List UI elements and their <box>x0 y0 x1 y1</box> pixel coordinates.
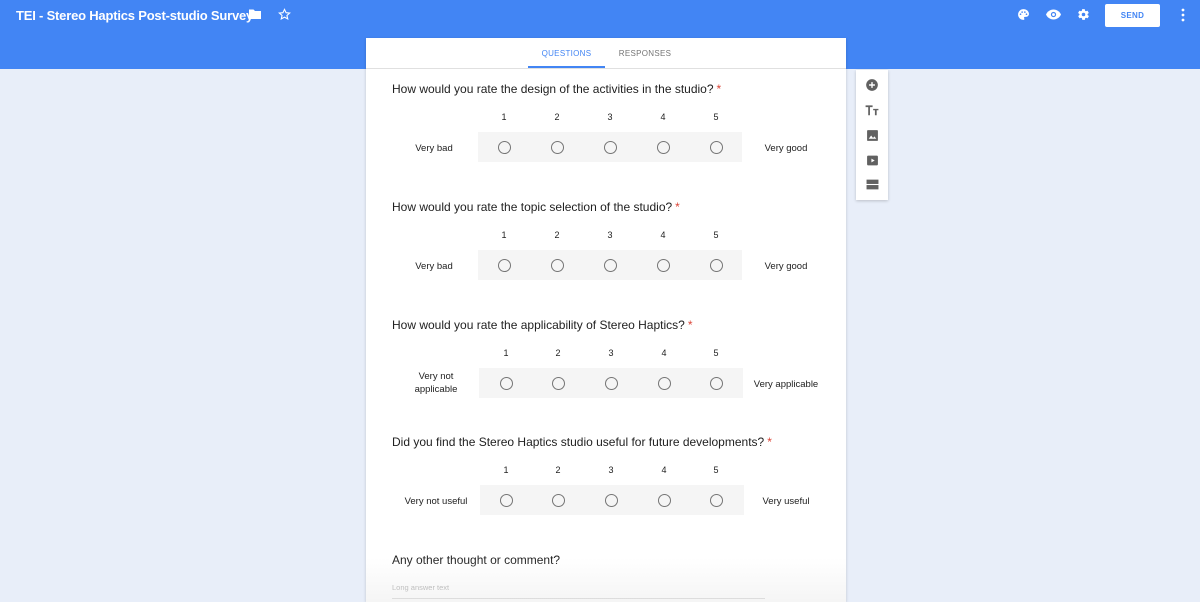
video-icon <box>866 155 878 165</box>
radio-option-5[interactable] <box>709 377 723 390</box>
scale-number: 3 <box>608 465 614 475</box>
required-asterisk: * <box>767 435 772 449</box>
active-tab-indicator <box>528 66 605 68</box>
question-text: How would you rate the applicability of … <box>392 318 685 332</box>
eye-icon[interactable] <box>1046 9 1061 20</box>
scale-number: 2 <box>554 112 560 122</box>
gear-icon[interactable] <box>1077 8 1090 21</box>
scale-high-label: Very useful <box>762 496 810 507</box>
scale-number: 2 <box>554 230 560 240</box>
radio-option-4[interactable] <box>657 377 671 390</box>
form-card: QUESTIONS RESPONSES How would you rate t… <box>366 38 846 602</box>
radio-option-1[interactable] <box>499 377 513 390</box>
scale-low-label: Very not useful <box>404 496 468 507</box>
required-asterisk: * <box>687 318 693 332</box>
scale-number: 1 <box>501 230 507 240</box>
scale-number: 5 <box>713 112 719 122</box>
required-asterisk: * <box>716 82 722 96</box>
scale-number: 1 <box>501 112 507 122</box>
scale-high-label: Very good <box>764 261 808 272</box>
radio-option-1[interactable] <box>499 494 513 507</box>
scale-low-label: Very bad <box>415 143 453 154</box>
question-title[interactable]: Any other thought or comment? <box>392 553 560 567</box>
radio-option-4[interactable] <box>656 259 670 272</box>
radio-option-2[interactable] <box>551 494 565 507</box>
scale-number: 2 <box>555 465 561 475</box>
question-card: How would you rate the applicability of … <box>366 318 846 436</box>
question-title[interactable]: How would you rate the design of the act… <box>392 82 721 96</box>
question-title[interactable]: How would you rate the applicability of … <box>392 318 693 332</box>
add-image-button[interactable] <box>862 125 882 145</box>
radio-option-5[interactable] <box>709 141 723 154</box>
scale-number: 4 <box>661 348 667 358</box>
scale-low-label: Very bad <box>415 261 453 272</box>
side-toolbar <box>856 70 888 200</box>
scale-high-label: Very good <box>764 143 808 154</box>
tab-responses[interactable]: RESPONSES <box>605 38 685 69</box>
radio-option-3[interactable] <box>603 141 617 154</box>
scale-number: 4 <box>660 112 666 122</box>
required-asterisk: * <box>675 200 680 214</box>
form-title[interactable]: TEI - Stereo Haptics Post-studio Survey <box>16 8 253 23</box>
add-video-button[interactable] <box>862 150 882 170</box>
scale-number: 3 <box>608 348 614 358</box>
question-card: How would you rate the topic selection o… <box>366 200 846 318</box>
question-text: How would you rate the design of the act… <box>392 82 714 96</box>
question-card: How would you rate the design of the act… <box>366 82 846 200</box>
radio-option-2[interactable] <box>551 377 565 390</box>
tab-questions[interactable]: QUESTIONS <box>528 38 605 69</box>
folder-icon[interactable] <box>248 8 262 20</box>
image-icon <box>866 129 878 141</box>
radio-option-2[interactable] <box>550 259 564 272</box>
scale-number: 2 <box>555 348 561 358</box>
add-question-button[interactable] <box>862 75 882 95</box>
section-icon <box>866 179 878 189</box>
scale-number: 4 <box>660 230 666 240</box>
radio-option-5[interactable] <box>709 259 723 272</box>
scale-number: 4 <box>661 465 667 475</box>
scale-number: 3 <box>607 112 613 122</box>
radio-option-4[interactable] <box>657 494 671 507</box>
scale-number: 5 <box>713 230 719 240</box>
more-vert-icon[interactable] <box>1180 8 1186 22</box>
scale-high-label: Very applicable <box>753 379 819 390</box>
star-icon[interactable] <box>278 8 291 21</box>
add-question-icon <box>866 79 878 91</box>
scale-number: 5 <box>713 465 719 475</box>
question-text: How would you rate the topic selection o… <box>392 200 673 214</box>
scale-number: 5 <box>713 348 719 358</box>
radio-option-5[interactable] <box>709 494 723 507</box>
long-answer-field[interactable]: Long answer text <box>392 583 765 599</box>
scale-number: 1 <box>503 465 509 475</box>
radio-option-3[interactable] <box>604 377 618 390</box>
radio-option-1[interactable] <box>497 141 511 154</box>
tab-bar: QUESTIONS RESPONSES <box>366 38 846 69</box>
add-section-button[interactable] <box>862 174 882 194</box>
radio-option-2[interactable] <box>550 141 564 154</box>
question-text: Did you find the Stereo Haptics studio u… <box>392 435 765 449</box>
title-text-icon <box>865 105 879 116</box>
add-title-button[interactable] <box>862 100 882 120</box>
palette-icon[interactable] <box>1017 8 1030 21</box>
scale-number: 1 <box>503 348 509 358</box>
radio-option-1[interactable] <box>497 259 511 272</box>
question-title[interactable]: Did you find the Stereo Haptics studio u… <box>392 435 772 449</box>
radio-option-3[interactable] <box>604 494 618 507</box>
scale-low-label: Very not applicable <box>414 371 458 395</box>
radio-option-3[interactable] <box>603 259 617 272</box>
question-title[interactable]: How would you rate the topic selection o… <box>392 200 680 214</box>
send-button[interactable]: SEND <box>1105 4 1160 27</box>
radio-option-4[interactable] <box>656 141 670 154</box>
question-card: Did you find the Stereo Haptics studio u… <box>366 435 846 553</box>
scale-number: 3 <box>607 230 613 240</box>
